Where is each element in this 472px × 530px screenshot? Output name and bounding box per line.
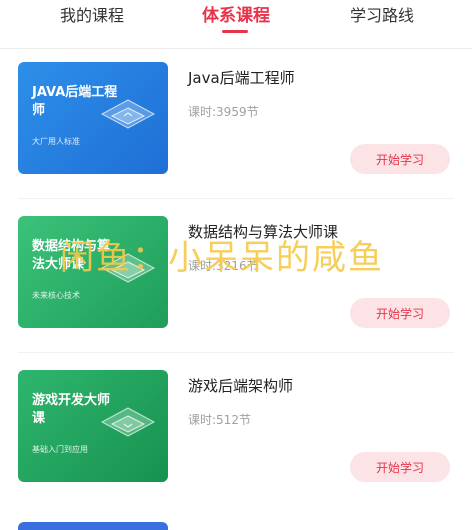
course-title[interactable]: 游戏后端架构师 [188, 375, 293, 396]
course-thumbnail[interactable]: 游戏开发大师课 基础入门到应用 [18, 370, 168, 482]
thumbnail-subtitle: 未来核心技术 [32, 291, 80, 300]
course-thumbnail[interactable]: JAVA后端工程师 大厂用人标准 [18, 62, 168, 174]
thumbnail-subtitle: 大厂用人标准 [32, 137, 80, 146]
active-tab-indicator [222, 30, 248, 33]
course-title[interactable]: Java后端工程师 [188, 67, 295, 88]
start-learning-button[interactable]: 开始学习 [350, 452, 450, 482]
watermark-text: 闲鱼：小呆呆的咸鱼 [60, 238, 384, 278]
tab-my-courses[interactable]: 我的课程 [40, 4, 144, 28]
course-hours: 课时:3959节 [188, 105, 259, 119]
course-item-java[interactable]: JAVA后端工程师 大厂用人标准 Java后端工程师 课时:3959节 开始学习 [0, 62, 472, 197]
next-course-thumbnail-peek [18, 522, 168, 530]
start-learning-button[interactable]: 开始学习 [350, 298, 450, 328]
course-item-algorithms[interactable]: 数据结构与算法大师课 未来核心技术 数据结构与算法大师课 课时:3216节 开始… [0, 216, 472, 351]
tab-learning-path[interactable]: 学习路线 [330, 4, 434, 28]
tab-system-courses[interactable]: 体系课程 [184, 4, 288, 28]
divider [18, 352, 454, 353]
course-item-game-backend[interactable]: 游戏开发大师课 基础入门到应用 游戏后端架构师 课时:512节 开始学习 [0, 370, 472, 505]
start-learning-button[interactable]: 开始学习 [350, 144, 450, 174]
code-tile-icon [100, 99, 156, 129]
code-tile-icon [100, 407, 156, 437]
divider [18, 198, 454, 199]
course-tabs: 我的课程 体系课程 学习路线 [0, 0, 472, 49]
course-hours: 课时:512节 [188, 413, 251, 427]
thumbnail-subtitle: 基础入门到应用 [32, 445, 88, 454]
